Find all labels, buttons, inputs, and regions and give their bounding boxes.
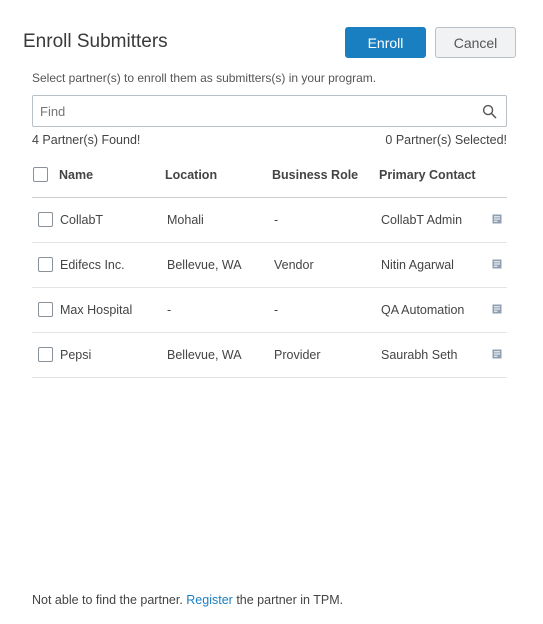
footer-suffix-text: the partner in TPM.	[236, 593, 344, 607]
contact-card-icon[interactable]	[492, 349, 502, 359]
table-header: Name Location Business Role Primary Cont…	[32, 153, 507, 198]
column-header-primary-contact[interactable]: Primary Contact	[379, 168, 476, 182]
column-header-business-role[interactable]: Business Role	[272, 168, 358, 182]
table-row[interactable]: Pepsi Bellevue, WA Provider Saurabh Seth	[32, 333, 507, 378]
cell-name: CollabT	[60, 213, 104, 227]
cancel-button[interactable]: Cancel	[435, 27, 516, 58]
cell-primary-contact: CollabT Admin	[381, 213, 463, 227]
dialog-header: Enroll Submitters Enroll Cancel	[0, 0, 543, 70]
cell-primary-contact: QA Automation	[381, 303, 465, 317]
table-row[interactable]: Edifecs Inc. Bellevue, WA Vendor Nitin A…	[32, 243, 507, 288]
table-row[interactable]: CollabT Mohali - CollabT Admin	[32, 198, 507, 243]
partners-found-count: 4 Partner(s) Found!	[32, 133, 141, 147]
search-icon[interactable]	[482, 104, 497, 119]
cell-business-role: -	[274, 303, 279, 317]
cell-location: Bellevue, WA	[167, 258, 242, 272]
column-header-name[interactable]: Name	[59, 168, 93, 182]
footer-prefix-text: Not able to find the partner.	[32, 593, 183, 607]
contact-card-icon[interactable]	[492, 214, 502, 224]
cell-location: Bellevue, WA	[167, 348, 242, 362]
row-checkbox[interactable]	[38, 302, 53, 317]
register-link[interactable]: Register	[186, 593, 233, 607]
row-checkbox[interactable]	[38, 257, 53, 272]
cell-name: Max Hospital	[60, 303, 133, 317]
footer-note: Not able to find the partner. Register t…	[32, 593, 343, 607]
table-row[interactable]: Max Hospital - - QA Automation	[32, 288, 507, 333]
cell-location: -	[167, 303, 172, 317]
partners-selected-count: 0 Partner(s) Selected!	[385, 133, 507, 147]
search-input[interactable]	[33, 96, 473, 126]
cell-name: Pepsi	[60, 348, 92, 362]
column-header-location[interactable]: Location	[165, 168, 217, 182]
contact-card-icon[interactable]	[492, 304, 502, 314]
row-checkbox[interactable]	[38, 347, 53, 362]
cell-primary-contact: Nitin Agarwal	[381, 258, 454, 272]
cell-business-role: Vendor	[274, 258, 314, 272]
dialog-title: Enroll Submitters	[23, 31, 168, 52]
cell-business-role: -	[274, 213, 279, 227]
enroll-button[interactable]: Enroll	[345, 27, 426, 58]
instruction-text: Select partner(s) to enroll them as subm…	[32, 71, 377, 85]
row-checkbox[interactable]	[38, 212, 53, 227]
search-box	[32, 95, 507, 127]
partners-table: Name Location Business Role Primary Cont…	[32, 153, 507, 378]
cell-name: Edifecs Inc.	[60, 258, 125, 272]
cell-location: Mohali	[167, 213, 204, 227]
contact-card-icon[interactable]	[492, 259, 502, 269]
cell-business-role: Provider	[274, 348, 321, 362]
cell-primary-contact: Saurabh Seth	[381, 348, 458, 362]
select-all-checkbox[interactable]	[33, 167, 48, 182]
